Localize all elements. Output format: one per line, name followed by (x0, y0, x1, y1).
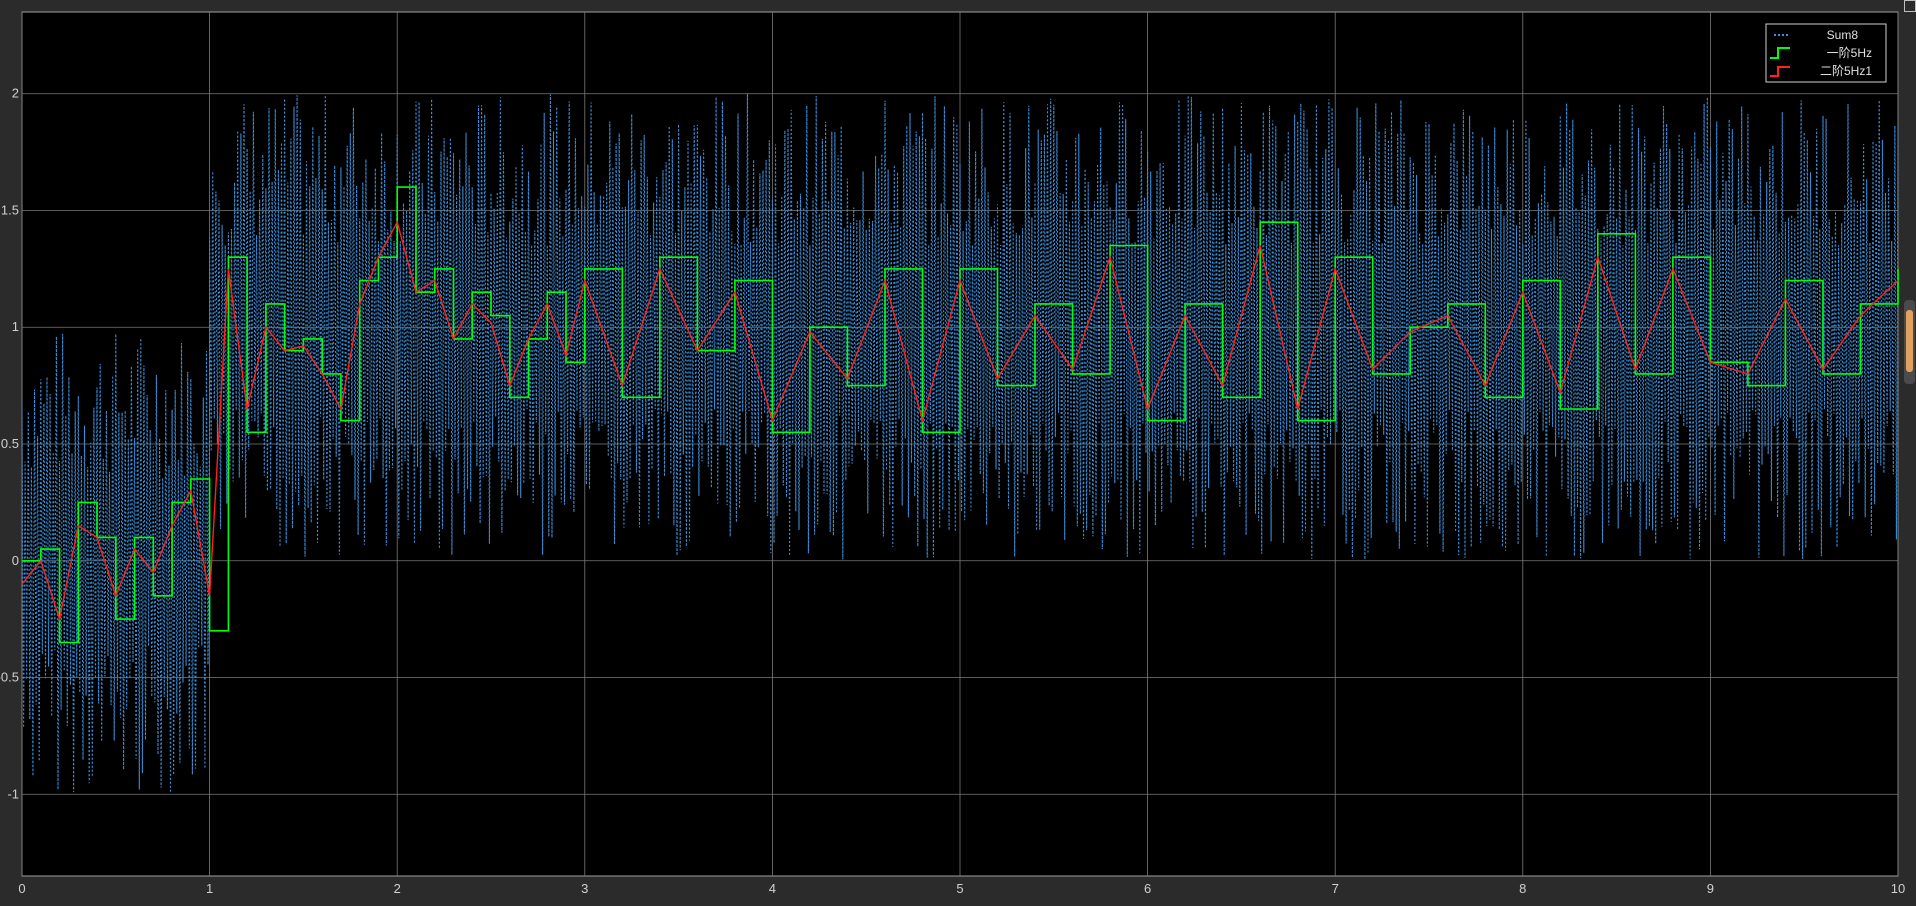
x-tick-label: 4 (769, 881, 776, 896)
y-tick-label: 0 (12, 553, 19, 568)
legend-label-second-order: 二阶5Hz1 (1820, 64, 1872, 78)
x-tick-label: 8 (1519, 881, 1526, 896)
y-tick-label: 1 (12, 319, 19, 334)
scroll-handle[interactable] (1906, 310, 1913, 372)
y-tick-label: -0.5 (0, 670, 19, 685)
y-tick-label: 0.5 (1, 436, 19, 451)
x-tick-label: 3 (581, 881, 588, 896)
x-tick-label: 0 (18, 881, 25, 896)
y-tick-label: 1.5 (1, 202, 19, 217)
x-tick-label: 2 (394, 881, 401, 896)
x-tick-label: 5 (956, 881, 963, 896)
corner-box[interactable] (1904, 0, 1916, 12)
legend-label-sum8: Sum8 (1827, 28, 1859, 42)
legend[interactable]: Sum8 一阶5Hz 二阶5Hz1 (1765, 23, 1887, 83)
plot-area[interactable]: 0 1 2 3 4 5 6 7 8 9 10 -1 -0.5 0 0.5 1 1.5 2 Sum8 一阶5Hz 二… (0, 0, 1916, 906)
x-tick-label: 7 (1332, 881, 1339, 896)
x-tick-label: 6 (1144, 881, 1151, 896)
legend-label-first-order: 一阶5Hz (1827, 46, 1872, 60)
x-tick-label: 9 (1707, 881, 1714, 896)
y-tick-label: -1 (7, 786, 19, 801)
x-tick-label: 1 (206, 881, 213, 896)
scope-window: 0 1 2 3 4 5 6 7 8 9 10 -1 -0.5 0 0.5 1 1.5 2 Sum8 一阶5Hz 二… (0, 0, 1916, 906)
y-tick-label: 2 (12, 86, 19, 101)
x-tick-label: 10 (1891, 881, 1905, 896)
